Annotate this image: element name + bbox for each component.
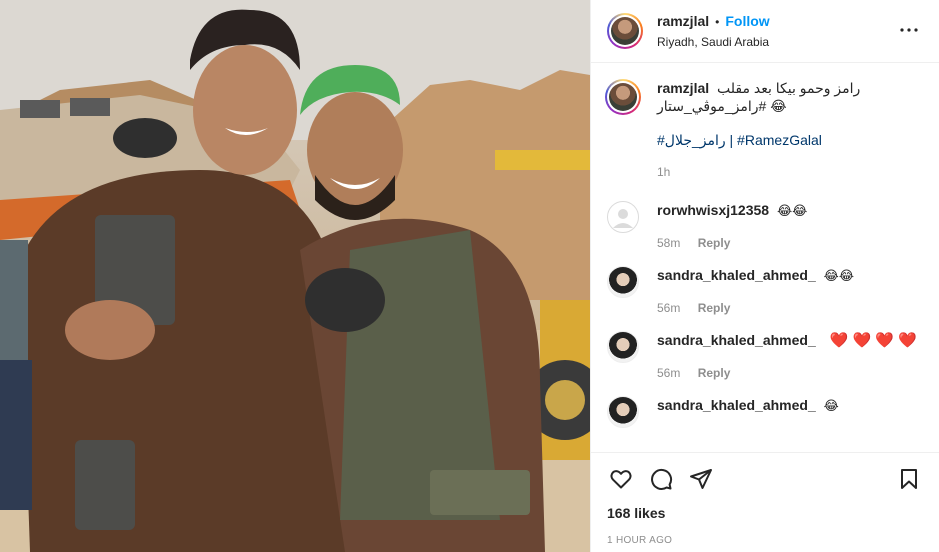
caption-meta: 1h xyxy=(657,163,923,181)
separator-dot: • xyxy=(715,15,720,29)
comment-item: sandra_khaled_ahmed_ 😂😂 56m Reply xyxy=(607,266,923,317)
post-side-panel: ramzjlal • Follow Riyadh, Saudi Arabia r… xyxy=(590,0,939,552)
post-timestamp: 1 HOUR AGO xyxy=(607,535,673,546)
save-bookmark-icon[interactable] xyxy=(895,465,923,493)
comment-time: 58m xyxy=(657,236,681,250)
caption-username[interactable]: ramzjlal xyxy=(657,80,709,96)
comment-text: 😂😂 xyxy=(776,203,808,218)
comment-item: sandra_khaled_ahmed_ ❤️ ❤️ ❤️ ❤️ 56m Rep… xyxy=(607,331,923,382)
comment-text: 😂 xyxy=(823,398,839,413)
comment-time: 56m xyxy=(657,366,681,380)
author-username[interactable]: ramzjlal xyxy=(657,13,709,29)
commenter-avatar[interactable] xyxy=(607,396,639,428)
like-heart-icon[interactable] xyxy=(607,465,635,493)
post-photo[interactable] xyxy=(0,0,590,552)
comment-username[interactable]: sandra_khaled_ahmed_ xyxy=(657,267,816,283)
caption-time: 1h xyxy=(657,165,671,179)
follow-button[interactable]: Follow xyxy=(725,13,769,29)
commenter-avatar[interactable] xyxy=(607,266,639,298)
caption-avatar[interactable] xyxy=(605,79,641,115)
post-actions: 168 likes 1 HOUR AGO xyxy=(591,452,939,546)
commenter-avatar[interactable] xyxy=(607,331,639,363)
comment-username[interactable]: rorwhwisxj12358 xyxy=(657,202,769,218)
comment-text: 😂😂 xyxy=(823,268,855,283)
comment-username[interactable]: sandra_khaled_ahmed_ xyxy=(657,332,816,348)
reply-button[interactable]: Reply xyxy=(698,236,731,250)
author-avatar[interactable] xyxy=(607,13,643,49)
comment-username[interactable]: sandra_khaled_ahmed_ xyxy=(657,397,816,413)
comment-bubble-icon[interactable] xyxy=(647,465,675,493)
default-avatar-icon[interactable] xyxy=(607,201,639,233)
header-text: ramzjlal • Follow Riyadh, Saudi Arabia xyxy=(657,13,770,49)
caption: ramzjlal رامز وحمو بيكا بعد مقلب #رامز_م… xyxy=(605,79,923,181)
location-link[interactable]: Riyadh, Saudi Arabia xyxy=(657,35,770,49)
share-send-icon[interactable] xyxy=(687,465,715,493)
caption-hashtags[interactable]: #رامز_جلال | #RamezGalal xyxy=(657,131,923,149)
comments-list[interactable]: ramzjlal رامز وحمو بيكا بعد مقلب #رامز_م… xyxy=(591,63,939,451)
reply-button[interactable]: Reply xyxy=(698,366,731,380)
instagram-post: ramzjlal • Follow Riyadh, Saudi Arabia r… xyxy=(0,0,939,552)
comment-time: 56m xyxy=(657,301,681,315)
more-options-icon[interactable] xyxy=(897,18,921,42)
reply-button[interactable]: Reply xyxy=(698,301,731,315)
comment-item: rorwhwisxj12358 😂😂 58m Reply xyxy=(607,201,923,252)
comment-text: ❤️ ❤️ ❤️ ❤️ xyxy=(829,332,917,349)
post-header: ramzjlal • Follow Riyadh, Saudi Arabia xyxy=(591,0,939,63)
comment-item: sandra_khaled_ahmed_ 😂 xyxy=(607,396,923,428)
likes-count[interactable]: 168 likes xyxy=(607,505,923,521)
photo-illustration xyxy=(0,0,590,552)
